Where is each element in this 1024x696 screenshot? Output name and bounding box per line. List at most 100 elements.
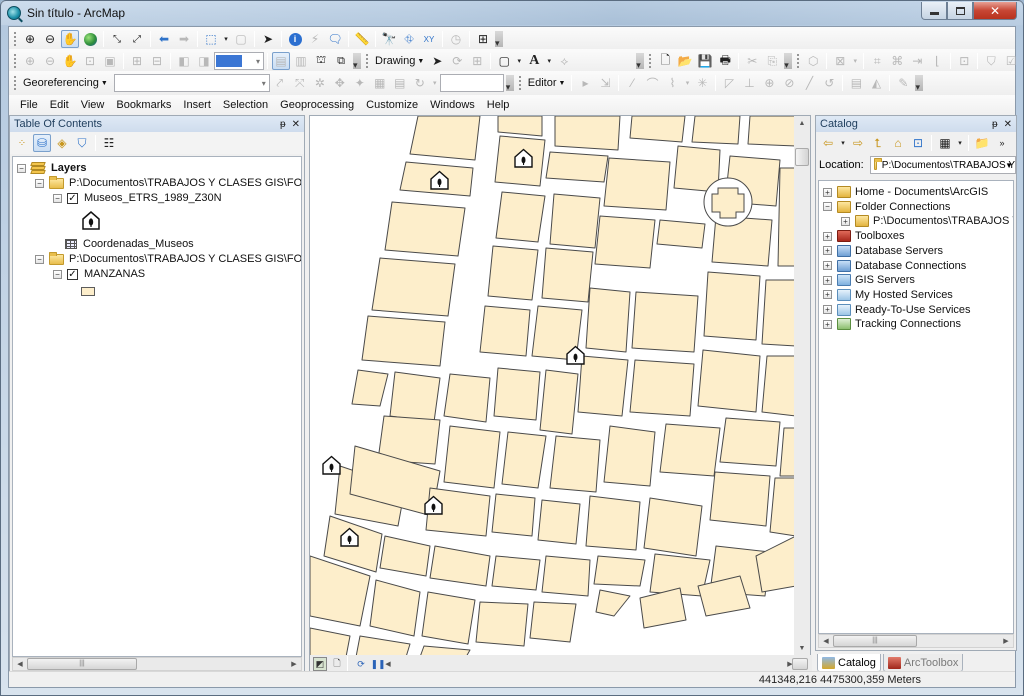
find-route-icon[interactable]: ⛗ (400, 30, 418, 48)
full-extent-icon[interactable] (81, 30, 99, 48)
city-block[interactable] (577, 355, 629, 417)
city-block[interactable] (755, 535, 796, 593)
create-viewer-window-icon[interactable]: ⊞ (474, 30, 492, 48)
catalog-horizontal-scrollbar[interactable]: ◀ ||| ▶ (818, 634, 1014, 648)
city-block[interactable] (389, 371, 441, 423)
viewer-icon[interactable]: ▤ (391, 74, 409, 92)
fixed-zoom-out-layout-icon[interactable]: ⊟ (148, 52, 166, 70)
zoom-in-icon[interactable]: ⊕ (21, 30, 39, 48)
museum-marker[interactable] (322, 455, 341, 475)
toolbar-options-icon[interactable] (505, 75, 514, 93)
cut-polygons-icon[interactable]: ⊕ (760, 74, 778, 92)
scroll-left-icon[interactable]: ◀ (382, 660, 394, 668)
html-popup-icon[interactable]: 🗨 (326, 30, 344, 48)
menu-insert[interactable]: Insert (177, 99, 217, 111)
attributes-icon[interactable]: ▤ (847, 74, 865, 92)
city-block[interactable] (443, 425, 501, 489)
city-block[interactable] (487, 245, 539, 301)
data-driven-pages-icon[interactable]: ⧉ (332, 52, 350, 70)
zoom-percent-combo[interactable]: ▾ (214, 52, 264, 70)
copy-icon[interactable]: ⎘ (763, 52, 781, 70)
city-block[interactable] (554, 116, 621, 151)
city-block[interactable] (361, 315, 446, 367)
tab-catalog[interactable]: Catalog (817, 654, 881, 672)
editor-menu[interactable]: Editor ▼ (525, 77, 569, 89)
expand-icon[interactable]: + (823, 187, 832, 197)
map-svg[interactable] (310, 116, 796, 657)
rectangle-dropdown-icon[interactable]: ▾ (515, 52, 523, 70)
rotate-georef-icon[interactable]: ✲ (311, 74, 329, 92)
straight-segment-icon[interactable]: ⁄ (623, 74, 641, 92)
toolbar-options-icon[interactable] (495, 31, 503, 49)
collapse-icon[interactable]: − (35, 178, 44, 188)
rotate-icon[interactable]: ⟳ (448, 52, 466, 70)
city-block[interactable] (310, 627, 351, 657)
city-block[interactable] (719, 417, 781, 467)
menu-windows[interactable]: Windows (424, 99, 481, 111)
refresh-icon[interactable]: ⟳ (354, 657, 368, 671)
layout-zoom-in-icon[interactable]: ⊕ (21, 52, 39, 70)
identify-icon[interactable]: i (286, 30, 304, 48)
map-horizontal-scrollbar[interactable]: ◀ ▶ (382, 657, 808, 671)
shift-icon[interactable]: ✥ (331, 74, 349, 92)
location-combo[interactable]: P:\Documentos\TRABAJOS Y ▼ (869, 156, 1016, 174)
view-link-table-icon[interactable]: ▦ (371, 74, 389, 92)
city-block[interactable] (629, 116, 686, 143)
city-block[interactable] (379, 535, 431, 577)
create-features-icon[interactable]: ✎ (894, 74, 912, 92)
menu-view[interactable]: View (75, 99, 111, 111)
city-block[interactable] (603, 425, 656, 487)
scale-icon[interactable]: ✦ (351, 74, 369, 92)
collapse-icon[interactable]: − (53, 193, 62, 203)
edit-tool-icon[interactable]: ▸ (576, 74, 594, 92)
city-block[interactable] (549, 435, 601, 493)
city-block[interactable] (493, 367, 541, 421)
back-icon[interactable]: ⬅ (155, 30, 173, 48)
city-block[interactable] (545, 151, 609, 183)
toc-group-2[interactable]: − P:\Documentos\TRABAJOS Y CLASES GIS\FO… (35, 251, 301, 266)
city-block[interactable] (421, 591, 476, 645)
maximize-button[interactable] (947, 2, 973, 20)
layer-visibility-checkbox[interactable]: ✓ (67, 268, 78, 280)
undo-rotate-icon[interactable]: ↺ (820, 74, 838, 92)
zoom-out-icon[interactable]: ⊖ (41, 30, 59, 48)
georef-layer-combo[interactable]: ▾ (113, 74, 270, 92)
add-control-points-icon[interactable]: ⤤ (271, 74, 289, 92)
city-block[interactable] (761, 355, 796, 417)
collapse-icon[interactable]: − (17, 163, 26, 173)
rotate-dropdown-icon[interactable]: ↻ (411, 74, 429, 92)
expand-icon[interactable]: + (841, 216, 850, 226)
topology-edit-icon[interactable]: ⊠ (831, 52, 849, 70)
more-tools-icon[interactable]: » (993, 134, 1011, 152)
city-block[interactable] (539, 369, 579, 435)
pan-icon[interactable]: ✋ (61, 30, 79, 48)
previous-extent-layout-icon[interactable]: ◧ (175, 52, 193, 70)
layout-view-icon[interactable]: 🗋 (330, 657, 344, 671)
city-block[interactable] (541, 555, 591, 597)
zoom-100-icon[interactable]: ▣ (101, 52, 119, 70)
pin-icon[interactable]: ᵽ (280, 119, 286, 130)
back-dropdown-icon[interactable]: ▾ (839, 134, 847, 152)
forward-icon[interactable]: ➡ (175, 30, 193, 48)
city-block[interactable] (475, 601, 529, 647)
collapse-icon[interactable]: − (35, 254, 44, 264)
edit-vertices-icon[interactable]: ⟡ (555, 52, 573, 70)
up-one-level-icon[interactable]: ⮤ (869, 134, 887, 152)
toc-group-1[interactable]: − P:\Documentos\TRABAJOS Y CLASES GIS\FO… (35, 175, 301, 190)
city-block[interactable] (709, 471, 771, 527)
toolbar-grip[interactable] (13, 75, 17, 91)
city-block[interactable] (355, 635, 411, 657)
drawing-menu[interactable]: Drawing ▼ (372, 55, 427, 67)
error-inspector-icon[interactable]: ☑ (1002, 52, 1020, 70)
toolbar-grip[interactable] (648, 53, 653, 69)
toolbar-grip[interactable] (796, 53, 801, 69)
city-block[interactable] (703, 271, 761, 341)
menu-file[interactable]: File (14, 99, 44, 111)
city-block[interactable] (371, 257, 456, 317)
city-block[interactable] (501, 431, 547, 489)
view-options-icon[interactable]: ▦ (936, 134, 954, 152)
fixed-zoom-in-layout-icon[interactable]: ⊞ (128, 52, 146, 70)
list-by-visibility-icon[interactable]: ◈ (53, 134, 71, 152)
menu-customize[interactable]: Customize (360, 99, 424, 111)
validate-topology-icon[interactable]: ⊡ (955, 52, 973, 70)
